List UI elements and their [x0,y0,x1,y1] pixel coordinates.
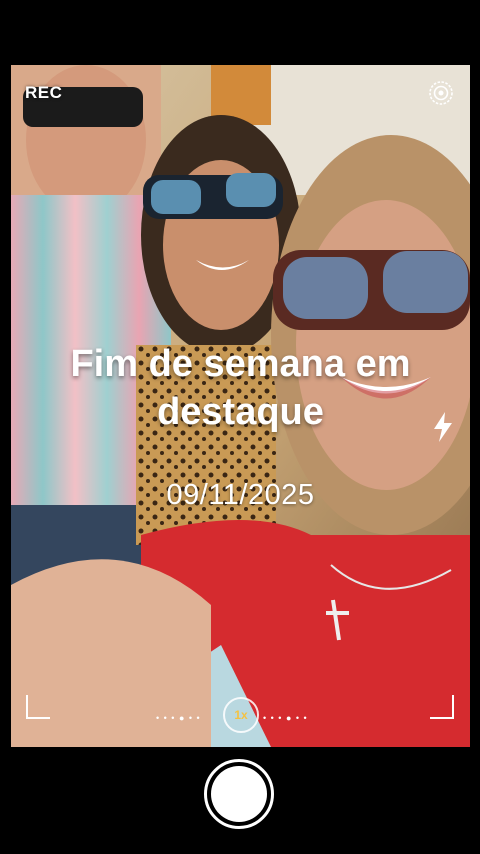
rec-indicator: REC [25,83,63,102]
zoom-ticks-right: • • • ● • • [263,713,308,723]
overlay-date: 09/11/2025 [166,479,315,511]
zoom-slider[interactable]: • • • ● • • 1x • • • ● • • [156,697,326,737]
flash-icon[interactable] [431,411,455,443]
zoom-ticks-left: • • • ● • • [156,713,201,723]
camera-viewfinder[interactable]: REC Fim de semana em destaque 09/11/2025… [11,65,470,747]
frame-corner-bottom-right [430,695,454,719]
overlay-title: Fim de semana em destaque [70,343,411,433]
frame-corner-bottom-left [26,695,50,719]
settings-icon[interactable] [428,80,454,106]
shutter-button-inner [211,766,267,822]
camera-screen: REC Fim de semana em destaque 09/11/2025… [0,0,480,854]
zoom-level-label: 1x [234,708,248,722]
shutter-button[interactable] [204,759,274,829]
zoom-level-button[interactable]: 1x [223,697,259,733]
